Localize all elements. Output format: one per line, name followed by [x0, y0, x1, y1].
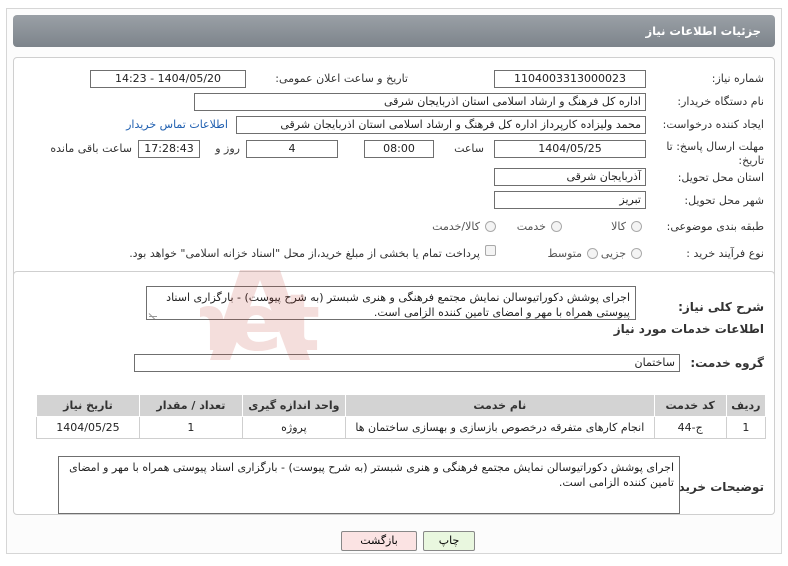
col-code: کد خدمت	[653, 394, 727, 417]
col-need-date: تاریخ نیاز	[36, 394, 140, 417]
back-button[interactable]: بازگشت	[341, 531, 417, 551]
days-label: روز و	[215, 142, 240, 155]
page-title: جزئیات اطلاعات نیاز	[13, 15, 775, 47]
cell-need-date: 1404/05/25	[36, 416, 140, 439]
process-option-minor: جزیی	[600, 247, 626, 260]
deadline-label: مهلت ارسال پاسخ: تا تاریخ:	[666, 140, 764, 167]
remaining-label: ساعت باقی مانده	[50, 142, 132, 155]
need-number-label: شماره نیاز:	[711, 72, 764, 85]
process-radio-minor[interactable]	[631, 248, 642, 259]
category-radio-goods[interactable]	[631, 221, 642, 232]
treasury-payment-checkbox[interactable]	[485, 245, 496, 256]
remaining-time-field: 17:28:43	[138, 140, 200, 158]
deadline-date-field: 1404/05/25	[494, 140, 646, 158]
services-section: شرح کلی نیاز: اجرای پوشش دکوراتیوسالن نم…	[13, 271, 775, 515]
col-name: نام خدمت	[344, 394, 655, 417]
print-button[interactable]: چاپ	[423, 531, 475, 551]
col-quantity: تعداد / مقدار	[138, 394, 243, 417]
contact-info-link[interactable]: اطلاعات تماس خریدار	[126, 118, 228, 131]
need-info-section: شماره نیاز: 1104003313000023 تاریخ و ساع…	[13, 57, 775, 279]
cell-quantity: 1	[138, 416, 243, 439]
need-number-field: 1104003313000023	[494, 70, 646, 88]
process-option-medium: متوسط	[547, 247, 582, 260]
buyer-org-label: نام دستگاه خریدار:	[677, 95, 764, 108]
buyer-org-field: اداره کل فرهنگ و ارشاد اسلامی استان اذرب…	[194, 93, 646, 111]
time-label: ساعت	[454, 142, 484, 155]
col-row: ردیف	[725, 394, 767, 417]
table-row: 1 ج-44 انجام کارهای متفرقه درخصوص بازساز…	[36, 416, 767, 439]
process-radio-medium[interactable]	[587, 248, 598, 259]
resize-handle[interactable]	[149, 309, 157, 317]
city-label: شهر محل تحویل:	[684, 194, 764, 207]
services-table: ردیف کد خدمت نام خدمت واحد اندازه گیری ت…	[36, 394, 767, 439]
province-label: استان محل تحویل:	[677, 171, 764, 184]
service-group-field: ساختمان	[134, 354, 680, 372]
cell-code: ج-44	[653, 416, 727, 439]
category-radio-goods-service[interactable]	[485, 221, 496, 232]
summary-text: اجرای پوشش دکوراتیوسالن نمایش مجتمع فرهن…	[166, 291, 630, 319]
announce-label: تاریخ و ساعت اعلان عمومی:	[275, 72, 408, 85]
province-field: آذربایجان شرقی	[494, 168, 646, 186]
service-group-label: گروه خدمت:	[690, 356, 764, 370]
details-panel: جزئیات اطلاعات نیاز شماره نیاز: 11040033…	[6, 8, 782, 554]
city-field: تبریز	[494, 191, 646, 209]
summary-textarea[interactable]: اجرای پوشش دکوراتیوسالن نمایش مجتمع فرهن…	[146, 286, 636, 320]
category-label: طبقه بندی موضوعی:	[666, 220, 764, 233]
buyer-notes-text: اجرای پوشش دکوراتیوسالن نمایش مجتمع فرهن…	[69, 461, 674, 489]
category-option-goods: کالا	[611, 220, 626, 233]
treasury-payment-note: پرداخت تمام یا بخشی از مبلغ خرید،از محل …	[129, 247, 480, 260]
creator-field: محمد ولیزاده کارپرداز اداره کل فرهنگ و ا…	[236, 116, 646, 134]
buyer-notes-textarea[interactable]: اجرای پوشش دکوراتیوسالن نمایش مجتمع فرهن…	[58, 456, 680, 514]
services-heading: اطلاعات خدمات مورد نیاز	[613, 322, 764, 336]
category-option-goods-service: کالا/خدمت	[432, 220, 480, 233]
summary-label: شرح کلی نیاز:	[678, 300, 764, 314]
cell-row: 1	[725, 416, 767, 439]
col-unit: واحد اندازه گیری	[241, 394, 346, 417]
announce-field: 1404/05/20 - 14:23	[90, 70, 246, 88]
category-option-service: خدمت	[516, 220, 546, 233]
deadline-time-field: 08:00	[364, 140, 434, 158]
process-label: نوع فرآیند خرید :	[686, 247, 764, 260]
days-field: 4	[246, 140, 338, 158]
table-header-row: ردیف کد خدمت نام خدمت واحد اندازه گیری ت…	[36, 394, 767, 417]
category-radio-service[interactable]	[551, 221, 562, 232]
cell-name: انجام کارهای متفرقه درخصوص بازسازی و بهس…	[344, 416, 655, 439]
creator-label: ایجاد کننده درخواست:	[662, 118, 764, 131]
cell-unit: پروژه	[241, 416, 346, 439]
